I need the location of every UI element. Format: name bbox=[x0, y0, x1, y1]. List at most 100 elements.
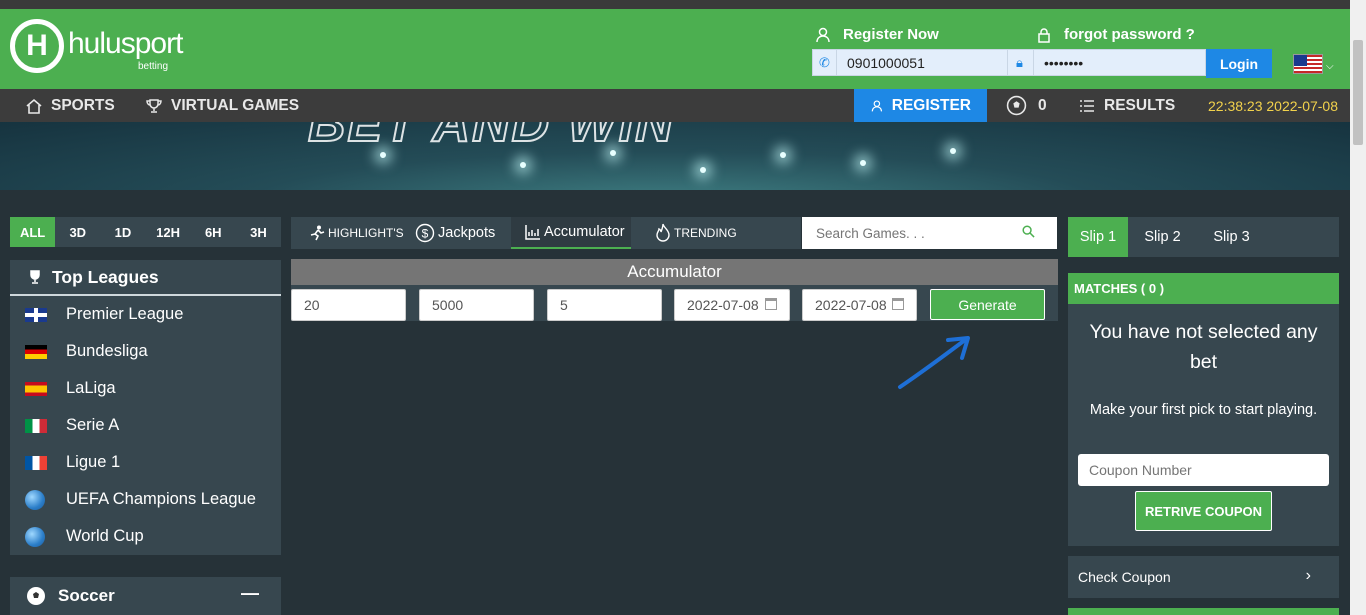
home-icon bbox=[26, 98, 42, 114]
logo-text: hulusport bbox=[68, 27, 183, 60]
trophy-icon bbox=[30, 270, 40, 284]
header: H hulusport betting Register Now forgot … bbox=[0, 9, 1350, 89]
calendar-icon[interactable] bbox=[765, 298, 777, 310]
tab-trending-label: TRENDING bbox=[674, 226, 737, 240]
nav-virtual-games[interactable]: VIRTUAL GAMES bbox=[145, 89, 299, 122]
register-now-label: Register Now bbox=[843, 26, 939, 43]
logo-subtitle: betting bbox=[138, 61, 169, 72]
league-bundesliga[interactable]: Bundesliga bbox=[10, 333, 281, 370]
filter-6h[interactable]: 6H bbox=[191, 217, 236, 247]
search-icon[interactable] bbox=[1022, 225, 1035, 241]
italy-flag-icon bbox=[25, 418, 47, 433]
ball-count: 0 bbox=[1038, 96, 1047, 114]
scrollbar-thumb[interactable] bbox=[1353, 40, 1363, 145]
tab-highlights-label: HIGHLIGHT'S bbox=[328, 226, 404, 240]
login-button[interactable]: Login bbox=[1206, 49, 1272, 78]
password-field[interactable] bbox=[1034, 49, 1206, 76]
league-label: LaLiga bbox=[66, 379, 116, 397]
league-label: Serie A bbox=[66, 416, 120, 434]
date-to-value: 2022-07-08 bbox=[815, 297, 887, 313]
league-laliga[interactable]: LaLiga bbox=[10, 370, 281, 407]
date-to-field[interactable]: 2022-07-08 bbox=[802, 289, 917, 321]
tab-slip-2[interactable]: Slip 2 bbox=[1128, 217, 1197, 257]
accumulator-title: Accumulator bbox=[291, 259, 1058, 285]
uk-flag-icon bbox=[25, 307, 47, 322]
tab-trending[interactable]: TRENDING bbox=[655, 217, 737, 249]
filter-3h[interactable]: 3H bbox=[236, 217, 281, 247]
generate-button[interactable]: Generate bbox=[930, 289, 1045, 320]
page-scrollbar[interactable] bbox=[1350, 0, 1366, 615]
chevron-down-icon[interactable]: ⌵ bbox=[1326, 61, 1334, 72]
top-leagues-panel: Top Leagues Premier League Bundesliga La… bbox=[10, 260, 281, 555]
filter-1d[interactable]: 1D bbox=[100, 217, 145, 247]
time-filter-bar: ALL 3D 1D 12H 6H 3H bbox=[10, 217, 281, 247]
main-nav: SPORTS VIRTUAL GAMES REGISTER 0 RESULTS … bbox=[0, 89, 1350, 122]
annotation-arrow-icon bbox=[898, 336, 970, 389]
nav-results[interactable]: RESULTS bbox=[1078, 89, 1175, 122]
forgot-password-link[interactable]: forgot password ? bbox=[1036, 26, 1195, 43]
chevron-right-icon: › bbox=[1305, 567, 1311, 584]
spain-flag-icon bbox=[25, 381, 47, 396]
league-world-cup[interactable]: World Cup bbox=[10, 518, 281, 555]
bet-slip-tabs: Slip 1 Slip 2 Slip 3 bbox=[1068, 217, 1339, 257]
league-uefa-champions-league[interactable]: UEFA Champions League bbox=[10, 481, 281, 518]
player-kick-icon bbox=[310, 225, 325, 241]
coupon-number-input[interactable] bbox=[1078, 454, 1329, 486]
nav-register-label: REGISTER bbox=[891, 96, 971, 114]
date-from-value: 2022-07-08 bbox=[687, 297, 759, 313]
accumulator-field-1[interactable]: 20 bbox=[291, 289, 406, 321]
check-coupon-row[interactable]: Check Coupon › bbox=[1068, 556, 1339, 598]
league-label: Premier League bbox=[66, 305, 184, 323]
accumulator-field-3[interactable]: 5 bbox=[547, 289, 662, 321]
nav-ball-counter[interactable]: 0 bbox=[1006, 89, 1047, 122]
filter-3d[interactable]: 3D bbox=[55, 217, 100, 247]
league-serie-a[interactable]: Serie A bbox=[10, 407, 281, 444]
lock-small-icon: 🔒︎ bbox=[1007, 50, 1031, 75]
clock: 22:38:23 2022-07-08 bbox=[1208, 97, 1338, 114]
tab-slip-3[interactable]: Slip 3 bbox=[1197, 217, 1266, 257]
top-leagues-title: Top Leagues bbox=[10, 260, 281, 296]
game-tabs: HIGHLIGHT'S $ Jackpots Accumulator TREND… bbox=[291, 217, 801, 249]
soccer-label: Soccer bbox=[58, 586, 115, 605]
globe-icon bbox=[25, 489, 45, 510]
search-input[interactable] bbox=[802, 225, 1022, 241]
top-leagues-label: Top Leagues bbox=[52, 266, 159, 287]
soccer-section-header[interactable]: Soccer — bbox=[10, 577, 281, 615]
league-label: Bundesliga bbox=[66, 342, 148, 360]
banner-lettering: BET AND WIN bbox=[307, 122, 675, 154]
filter-all[interactable]: ALL bbox=[10, 217, 56, 247]
us-flag-icon[interactable] bbox=[1293, 54, 1323, 74]
soccer-ball-icon bbox=[1006, 95, 1027, 116]
filter-12h[interactable]: 12H bbox=[146, 217, 191, 247]
accumulator-field-2[interactable]: 5000 bbox=[419, 289, 534, 321]
tab-jackpots[interactable]: $ Jackpots bbox=[415, 217, 495, 249]
tab-highlights[interactable]: HIGHLIGHT'S bbox=[309, 217, 404, 249]
calendar-icon[interactable] bbox=[892, 298, 904, 310]
nav-sports-label: SPORTS bbox=[51, 96, 115, 114]
tab-accumulator[interactable]: Accumulator bbox=[511, 217, 631, 249]
france-flag-icon bbox=[25, 455, 47, 470]
nav-virtual-games-label: VIRTUAL GAMES bbox=[171, 96, 300, 114]
league-label: UEFA Champions League bbox=[66, 490, 256, 508]
league-label: World Cup bbox=[66, 527, 144, 545]
slip-footer-bar bbox=[1068, 608, 1339, 615]
date-from-field[interactable]: 2022-07-08 bbox=[674, 289, 790, 321]
tab-slip-1[interactable]: Slip 1 bbox=[1068, 217, 1128, 257]
password-input[interactable] bbox=[1034, 50, 1204, 75]
germany-flag-icon bbox=[25, 344, 47, 359]
user-icon bbox=[816, 27, 830, 42]
lock-icon bbox=[1038, 27, 1050, 43]
nav-sports[interactable]: SPORTS bbox=[25, 89, 115, 122]
retrive-coupon-button[interactable]: RETRIVE COUPON bbox=[1135, 491, 1272, 531]
collapse-icon[interactable]: — bbox=[241, 583, 259, 604]
register-now-link[interactable]: Register Now bbox=[815, 26, 939, 43]
bet-slip-body: You have not selected any bet Make your … bbox=[1068, 304, 1339, 546]
league-premier-league[interactable]: Premier League bbox=[10, 296, 281, 333]
nav-register[interactable]: REGISTER bbox=[854, 89, 987, 122]
soccer-ball-icon bbox=[27, 587, 45, 605]
svg-text:$: $ bbox=[422, 227, 429, 241]
phone-input[interactable] bbox=[837, 50, 1007, 75]
league-ligue-1[interactable]: Ligue 1 bbox=[10, 444, 281, 481]
stadium-banner: BET AND WIN bbox=[0, 122, 1350, 190]
phone-field[interactable]: ✆ 🔒︎ bbox=[812, 49, 1034, 76]
